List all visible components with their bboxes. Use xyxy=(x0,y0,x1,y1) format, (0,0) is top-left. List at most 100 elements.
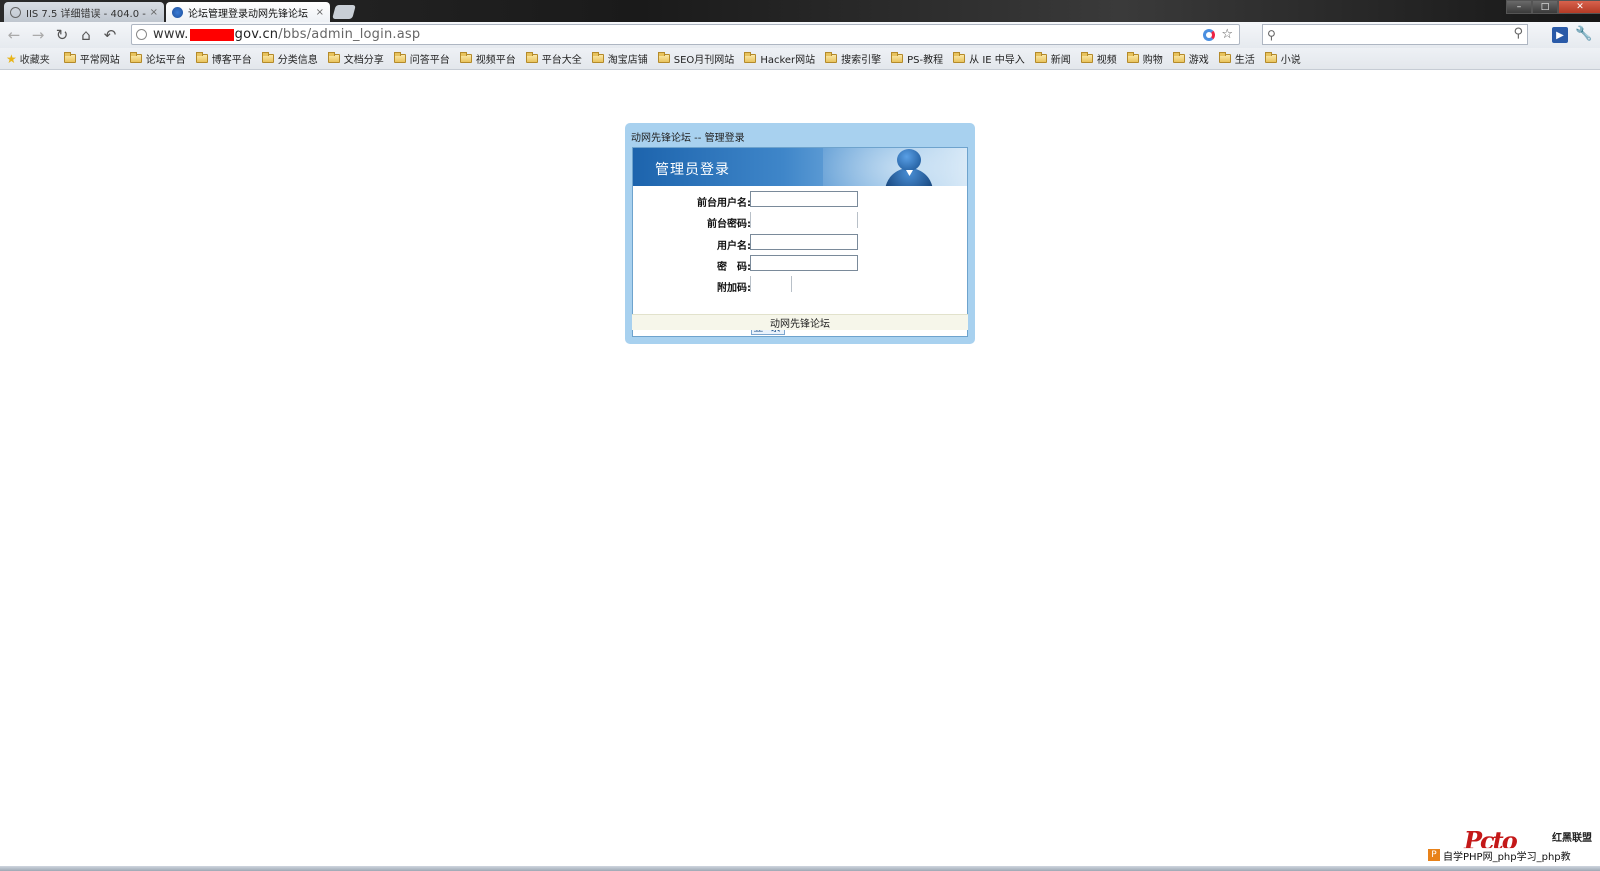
bookmark-folder[interactable]: 文档分享 xyxy=(327,51,384,66)
bookmark-folder[interactable]: PS-教程 xyxy=(891,51,943,66)
bookmark-folder[interactable]: 小说 xyxy=(1264,51,1301,66)
watermark-brand: 红黑联盟 xyxy=(1552,833,1592,844)
bookmark-folder[interactable]: 新闻 xyxy=(1034,51,1071,66)
admin-avatar-icon xyxy=(883,148,935,186)
watermark-p-icon: P xyxy=(1428,849,1440,861)
bookmark-label: 搜索引擎 xyxy=(841,55,882,66)
folder-icon xyxy=(459,52,472,63)
bookmark-label: PS-教程 xyxy=(907,55,944,66)
watermark-caption: P 自学PHP网_php学习_php教 xyxy=(1428,848,1600,863)
window-controls: – □ ✕ xyxy=(1506,0,1600,14)
new-tab-button[interactable] xyxy=(332,5,356,19)
forward-arrow-icon[interactable]: → xyxy=(28,25,48,45)
google-icon[interactable] xyxy=(1203,29,1216,41)
address-bar[interactable]: www. gov.cn /bbs/admin_login.asp ☆ xyxy=(131,24,1240,45)
bookmark-label: 生活 xyxy=(1234,55,1255,66)
back-arrow-icon[interactable]: ← xyxy=(4,25,24,45)
favorites-label[interactable]: 收藏夹 xyxy=(20,51,50,66)
folder-icon xyxy=(1218,52,1231,63)
forum-favicon-icon xyxy=(172,6,183,18)
bookmark-label: 分类信息 xyxy=(277,55,318,66)
row-password: 密 码: xyxy=(633,254,967,274)
front-password-input[interactable] xyxy=(750,212,858,228)
folder-icon xyxy=(825,52,838,63)
username-input[interactable] xyxy=(750,234,858,250)
folder-icon xyxy=(1172,52,1185,63)
bookmark-label: 游戏 xyxy=(1188,55,1209,66)
reload-icon[interactable]: ↻ xyxy=(52,25,72,45)
tab-close-icon[interactable]: × xyxy=(316,7,324,18)
bookmark-folder[interactable]: SEO月刊网站 xyxy=(657,51,734,66)
bookmark-label: 博客平台 xyxy=(211,55,252,66)
row-front-password: 前台密码: xyxy=(633,211,967,231)
bookmark-label: 文档分享 xyxy=(343,55,384,66)
folder-icon xyxy=(1126,52,1139,63)
bookmark-folder[interactable]: 问答平台 xyxy=(393,51,450,66)
bookmark-folder[interactable]: 视频 xyxy=(1080,51,1117,66)
folder-icon xyxy=(953,52,966,63)
bookmark-label: 淘宝店铺 xyxy=(607,55,648,66)
search-input[interactable]: ⚲ ⚲ xyxy=(1262,24,1528,45)
folder-icon xyxy=(261,52,274,63)
site-info-icon xyxy=(136,29,147,40)
password-label: 密 码: xyxy=(717,262,751,273)
tab-label: IIS 7.5 详细错误 - 404.0 - xyxy=(26,8,146,20)
search-icon: ⚲ xyxy=(1267,27,1276,42)
code-input[interactable] xyxy=(750,276,792,292)
folder-icon xyxy=(525,52,538,63)
bookmark-folders: 平常网站 论坛平台 博客平台 分类信息 文档分享 问答平台 视频平台 平台大全 淘宝店铺 SEO月… xyxy=(63,51,1311,66)
close-window-button[interactable]: ✕ xyxy=(1558,0,1600,14)
folder-icon xyxy=(195,52,208,63)
tab-admin-login[interactable]: 论坛管理登录动网先锋论坛 × xyxy=(166,2,330,22)
search-go-icon[interactable]: ⚲ xyxy=(1513,26,1523,41)
extension-icon[interactable]: ▶ xyxy=(1552,27,1568,43)
bookmark-folder[interactable]: 平台大全 xyxy=(525,51,582,66)
bookmark-folder[interactable]: 淘宝店铺 xyxy=(591,51,648,66)
panel-footer: 动网先锋论坛 xyxy=(632,314,968,330)
bookmark-label: 视频平台 xyxy=(475,55,516,66)
wrench-menu-icon[interactable]: 🔧 xyxy=(1575,25,1593,43)
bookmark-folder[interactable]: 生活 xyxy=(1218,51,1255,66)
url-text: www. gov.cn /bbs/admin_login.asp xyxy=(153,27,420,42)
browser-toolbar: ← → ↻ ⌂ ↶ www. gov.cn /bbs/admin_login.a… xyxy=(0,22,1600,48)
home-icon[interactable]: ⌂ xyxy=(76,25,96,45)
url-host: gov.cn xyxy=(234,27,279,42)
bookmark-folder[interactable]: 搜索引擎 xyxy=(825,51,881,66)
browser-titlebar: IIS 7.5 详细错误 - 404.0 - × 论坛管理登录动网先锋论坛 × … xyxy=(0,0,1600,22)
maximize-button[interactable]: □ xyxy=(1532,0,1558,14)
folder-icon xyxy=(393,52,406,63)
front-username-input[interactable] xyxy=(750,191,858,207)
bookmark-folder[interactable]: 购物 xyxy=(1126,51,1163,66)
url-path: /bbs/admin_login.asp xyxy=(278,27,421,42)
bookmark-label: 论坛平台 xyxy=(145,55,186,66)
row-username: 用户名: xyxy=(633,233,967,253)
os-taskbar xyxy=(0,866,1600,871)
username-label: 用户名: xyxy=(717,241,751,252)
bookmark-folder[interactable]: 论坛平台 xyxy=(129,51,186,66)
login-form: 管理员登录 前台用户名: 前台密码: 用户名: 密 码: 附加码: xyxy=(632,147,968,337)
folder-icon xyxy=(129,52,142,63)
bookmark-label: 小说 xyxy=(1280,55,1301,66)
tab-close-icon[interactable]: × xyxy=(150,7,158,18)
bookmark-folder[interactable]: 分类信息 xyxy=(261,51,318,66)
minimize-button[interactable]: – xyxy=(1506,0,1532,14)
bookmark-folder[interactable]: Hacker网站 xyxy=(744,51,815,66)
bookmark-label: 从 IE 中导入 xyxy=(969,55,1025,66)
bookmark-folder[interactable]: 博客平台 xyxy=(195,51,252,66)
bookmark-folder[interactable]: 从 IE 中导入 xyxy=(953,51,1025,66)
bookmark-folder[interactable]: 平常网站 xyxy=(63,51,120,66)
tab-iis-error[interactable]: IIS 7.5 详细错误 - 404.0 - × xyxy=(4,2,164,22)
password-input[interactable] xyxy=(750,255,858,271)
bookmark-star-icon[interactable]: ☆ xyxy=(1221,27,1233,42)
bookmark-folder[interactable]: 视频平台 xyxy=(459,51,516,66)
bookmark-folder[interactable]: 游戏 xyxy=(1172,51,1209,66)
folder-icon xyxy=(1080,52,1093,63)
folder-icon xyxy=(1264,52,1277,63)
folder-icon xyxy=(63,52,76,63)
admin-login-panel: 动网先锋论坛 -- 管理登录 管理员登录 前台用户名: 前台密码: 用户名: 密… xyxy=(625,123,975,344)
undo-icon[interactable]: ↶ xyxy=(100,25,120,45)
login-banner: 管理员登录 xyxy=(633,148,967,186)
bookmark-label: 购物 xyxy=(1142,55,1163,66)
folder-icon xyxy=(1034,52,1047,63)
bookmark-label: Hacker网站 xyxy=(760,55,816,66)
